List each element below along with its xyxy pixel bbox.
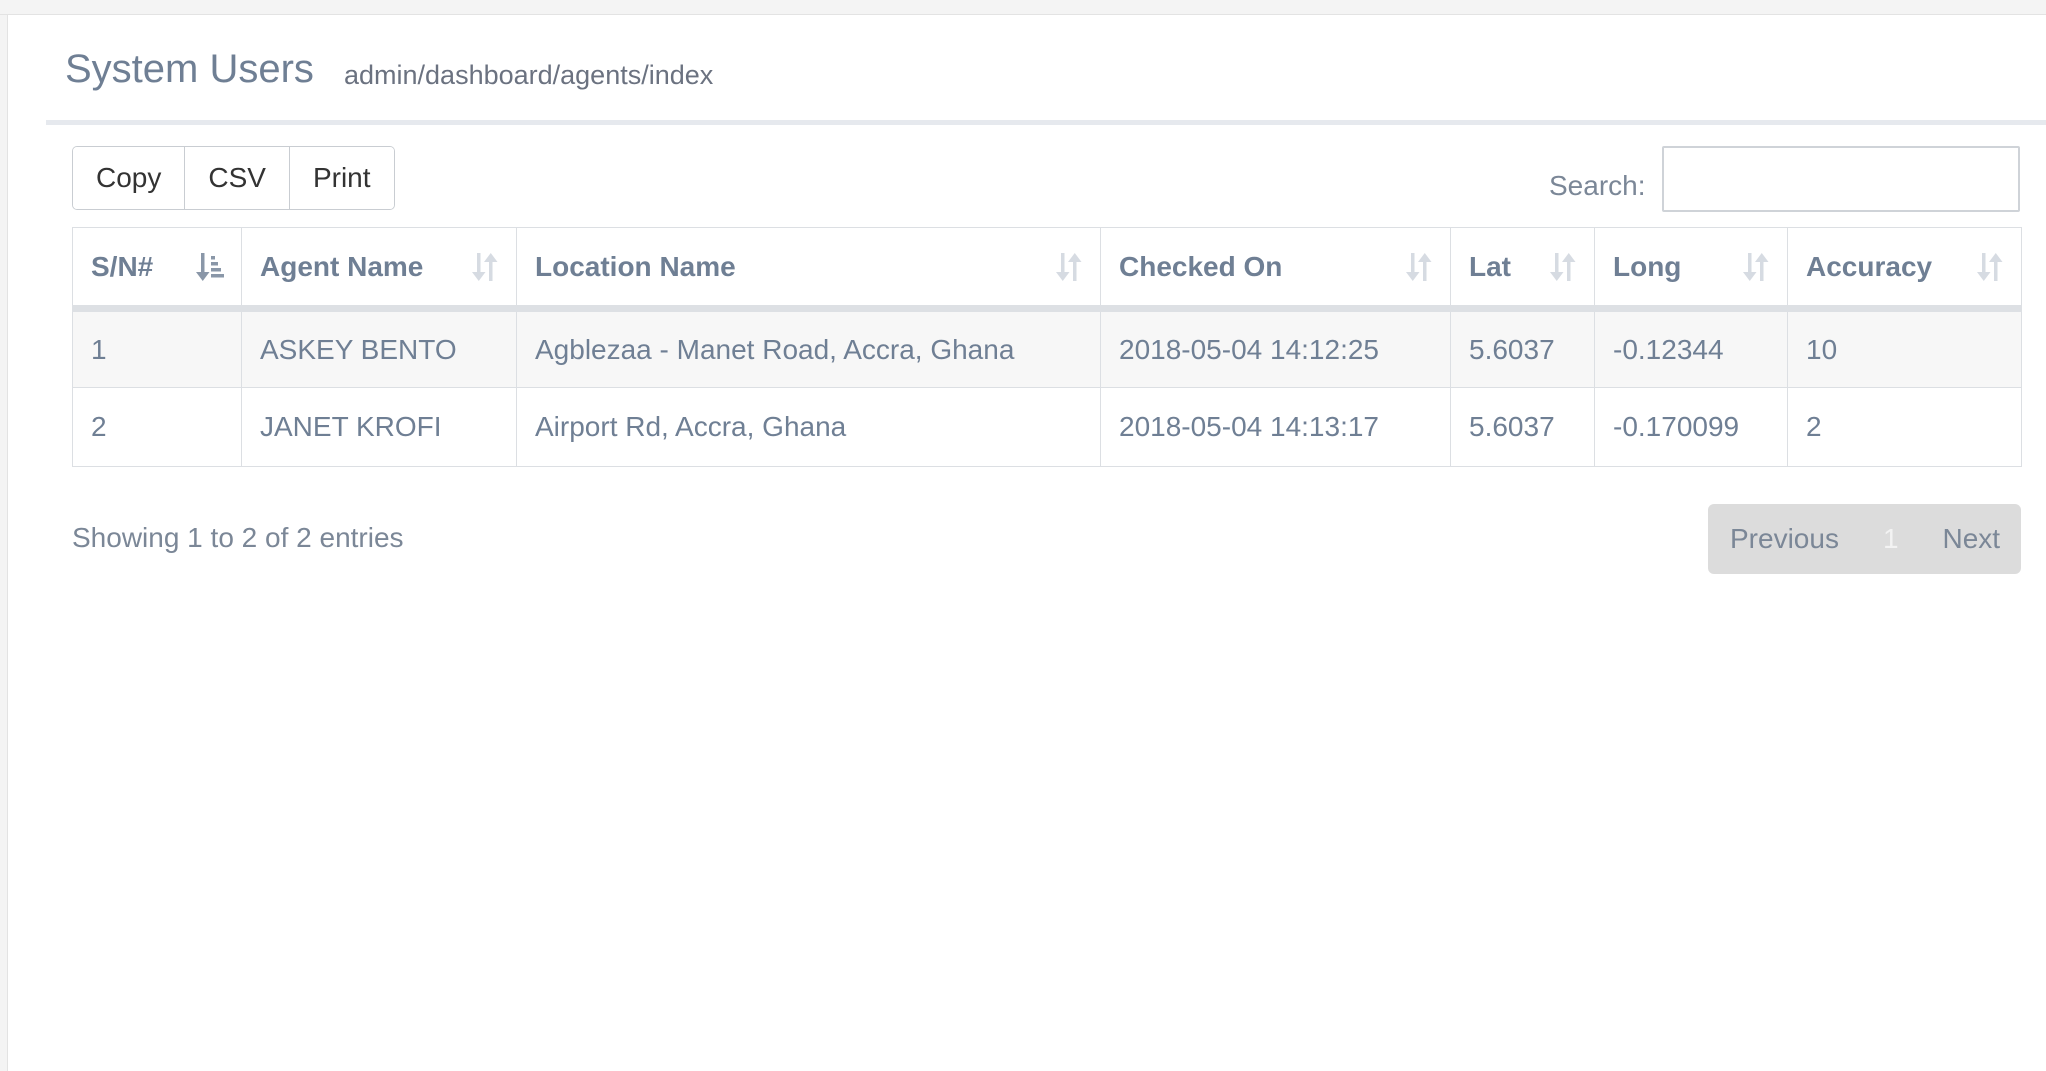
sort-both-icon xyxy=(1406,252,1432,281)
column-header-accuracy[interactable]: Accuracy xyxy=(1787,227,2022,312)
next-page-button[interactable]: Next xyxy=(1943,525,2001,553)
cell-checked-on: 2018-05-04 14:13:17 xyxy=(1100,387,1451,467)
cell-long: -0.12344 xyxy=(1594,308,1788,388)
sort-both-icon xyxy=(1550,252,1576,281)
print-button[interactable]: Print xyxy=(289,147,394,209)
cell-agent-name: JANET KROFI xyxy=(241,387,517,467)
sort-both-icon xyxy=(1743,252,1769,281)
copy-button[interactable]: Copy xyxy=(73,147,186,209)
panel-header: System Users admin/dashboard/agents/inde… xyxy=(46,15,2046,125)
previous-page-button[interactable]: Previous xyxy=(1730,525,1839,553)
csv-button[interactable]: CSV xyxy=(185,147,290,209)
search-label: Search: xyxy=(1549,170,1646,201)
sort-both-icon xyxy=(1056,252,1082,281)
column-header-long[interactable]: Long xyxy=(1594,227,1788,312)
search-input[interactable] xyxy=(1662,146,2020,212)
table-row[interactable]: 1 ASKEY BENTO Agblezaa - Manet Road, Acc… xyxy=(72,308,2022,388)
cell-checked-on: 2018-05-04 14:12:25 xyxy=(1100,308,1451,388)
breadcrumb: admin/dashboard/agents/index xyxy=(344,60,714,90)
cell-long: -0.170099 xyxy=(1594,387,1788,467)
column-header-sn[interactable]: S/N# xyxy=(72,227,242,312)
sort-amount-asc-icon xyxy=(196,252,224,281)
sort-both-icon xyxy=(1977,252,2003,281)
cell-accuracy: 2 xyxy=(1787,387,2022,467)
cell-location-name: Airport Rd, Accra, Ghana xyxy=(516,387,1101,467)
cell-sn: 1 xyxy=(72,308,242,388)
current-page-button[interactable]: 1 xyxy=(1883,525,1899,553)
cell-agent-name: ASKEY BENTO xyxy=(241,308,517,388)
pagination: Previous 1 Next xyxy=(1708,504,2021,574)
cell-lat: 5.6037 xyxy=(1450,387,1595,467)
cell-lat: 5.6037 xyxy=(1450,308,1595,388)
cell-sn: 2 xyxy=(72,387,242,467)
column-header-location-name[interactable]: Location Name xyxy=(516,227,1101,312)
cell-accuracy: 10 xyxy=(1787,308,2022,388)
cell-location-name: Agblezaa - Manet Road, Accra, Ghana xyxy=(516,308,1101,388)
sort-both-icon xyxy=(472,252,498,281)
column-header-lat[interactable]: Lat xyxy=(1450,227,1595,312)
page-title: System Users xyxy=(65,47,314,91)
table-header-row: S/N# Agent Name Location Name Checked On… xyxy=(72,227,2022,312)
top-strip xyxy=(0,0,2046,15)
export-button-group: Copy CSV Print xyxy=(72,146,395,210)
column-header-checked-on[interactable]: Checked On xyxy=(1100,227,1451,312)
table-row[interactable]: 2 JANET KROFI Airport Rd, Accra, Ghana 2… xyxy=(72,387,2022,467)
agents-table: S/N# Agent Name Location Name Checked On… xyxy=(72,227,2022,467)
table-info: Showing 1 to 2 of 2 entries xyxy=(72,522,404,553)
column-header-agent-name[interactable]: Agent Name xyxy=(241,227,517,312)
